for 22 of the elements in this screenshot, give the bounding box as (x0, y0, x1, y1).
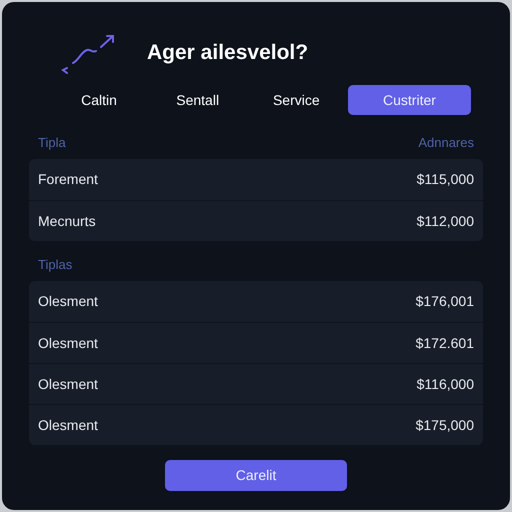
row-amount: $172.601 (416, 334, 474, 352)
trend-arrow-icon (61, 32, 117, 74)
row-amount: $176,001 (416, 292, 474, 311)
dialog-title: Ager ailesvelol? (147, 40, 308, 66)
row-amount: $115,000 (416, 170, 474, 189)
row-label: Olesment (38, 374, 98, 394)
section-header: Tipla (38, 134, 66, 152)
tab[interactable]: Service (249, 85, 344, 115)
row-label: Mecnurts (38, 212, 96, 230)
row-label: Olesment (38, 292, 98, 311)
row-amount: $175,000 (416, 416, 474, 434)
section-header: Tiplas (38, 256, 72, 274)
primary-button[interactable]: Carelit (165, 460, 347, 491)
column-header: Adnnares (418, 134, 474, 152)
tab[interactable]: Sentall (150, 85, 245, 115)
row-label: Olesment (38, 416, 98, 434)
tab[interactable]: Caltin (52, 85, 146, 115)
row-label: Forement (38, 170, 98, 189)
row-label: Olesment (38, 334, 98, 352)
row-amount: $112,000 (416, 212, 474, 230)
row-amount: $116,000 (416, 374, 474, 394)
tab[interactable]: Custriter (348, 85, 471, 115)
